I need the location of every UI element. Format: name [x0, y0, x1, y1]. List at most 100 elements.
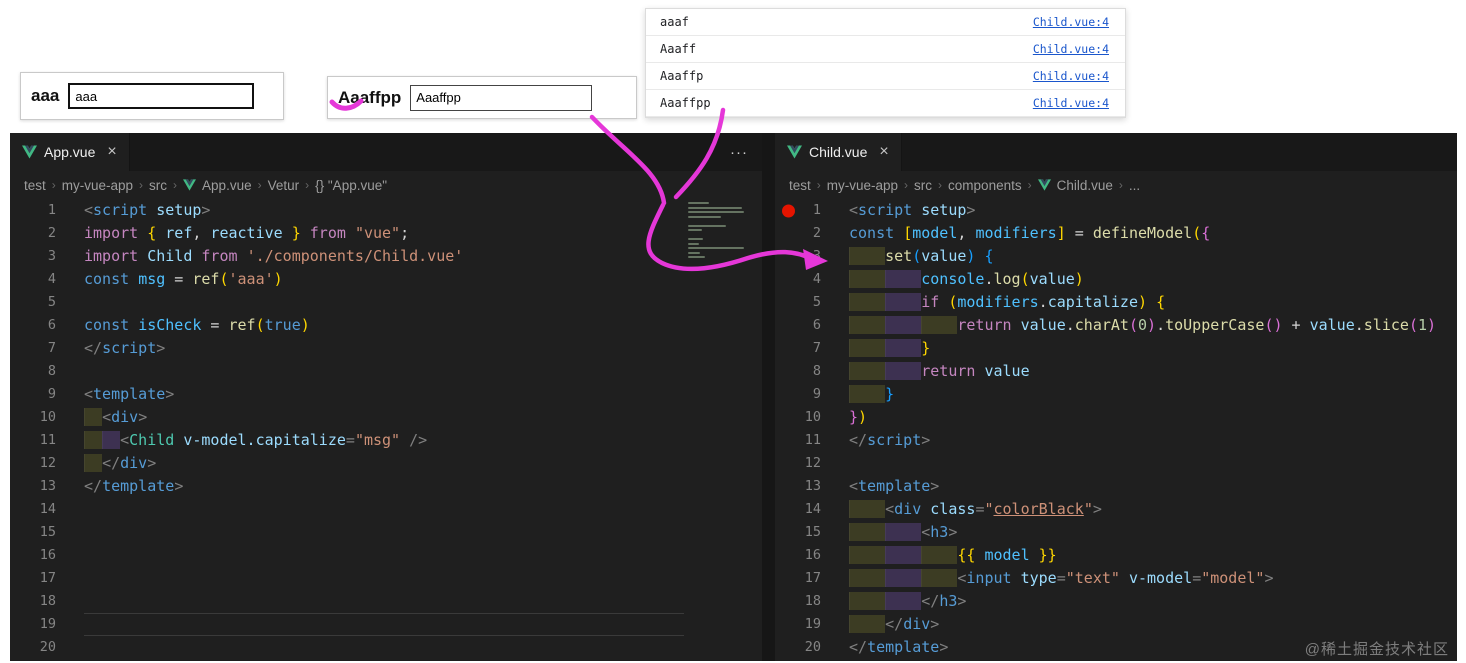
editor-pane-left: App.vue × ··· test › my-vue-app › src › App.vu…: [10, 133, 762, 661]
code-line[interactable]: 19 </div>: [775, 613, 1457, 636]
code-line[interactable]: 10 <div>: [10, 406, 762, 429]
code-line[interactable]: 14: [10, 498, 762, 521]
line-number: 4: [47, 271, 56, 287]
close-icon[interactable]: ×: [107, 143, 116, 161]
console-panel: aaaf Child.vue:4 Aaaff Child.vue:4 Aaaffp Chi…: [645, 8, 1126, 118]
line-number: 17: [39, 570, 56, 586]
code-line[interactable]: 18 </h3>: [775, 590, 1457, 613]
indent-guide: [885, 546, 922, 564]
breadcrumb-item[interactable]: App.vue: [202, 178, 252, 193]
line-number: 16: [39, 547, 56, 563]
code-line[interactable]: 13 </template>: [10, 475, 762, 498]
line-number: 1: [47, 202, 56, 218]
code-editor-app-vue[interactable]: 1 <script setup> 2 import { ref, reactive }…: [10, 199, 762, 659]
console-source-link[interactable]: Child.vue:4: [1033, 42, 1109, 56]
line-number: 5: [812, 294, 821, 310]
console-message: Aaaffpp: [660, 96, 711, 110]
chevron-right-icon: ›: [816, 178, 821, 192]
breadcrumb-item[interactable]: test: [24, 178, 46, 193]
indent-guide: [849, 569, 886, 587]
code-line[interactable]: 4 const msg = ref('aaa'): [10, 268, 762, 291]
code-line[interactable]: 1 <script setup>: [10, 199, 762, 222]
code-line[interactable]: 5 if (modifiers.capitalize) {: [775, 291, 1457, 314]
indent-guide: [849, 615, 886, 633]
code-line[interactable]: 6 return value.charAt(0).toUpperCase() +…: [775, 314, 1457, 337]
indent-guide: [849, 362, 886, 380]
indent-guide: [921, 316, 958, 334]
line-number: 14: [39, 501, 56, 517]
tab-child-vue[interactable]: Child.vue ×: [775, 133, 902, 171]
line-number: 7: [812, 340, 821, 356]
code-line[interactable]: 8 return value: [775, 360, 1457, 383]
breadcrumb-item[interactable]: my-vue-app: [62, 178, 133, 193]
code-line[interactable]: 17 <input type="text" v-model="model">: [775, 567, 1457, 590]
line-number: 3: [47, 248, 56, 264]
code-line[interactable]: 4 console.log(value): [775, 268, 1457, 291]
code-line[interactable]: 7 }: [775, 337, 1457, 360]
widget-label: Aaaffpp: [338, 87, 402, 107]
console-row: Aaaffp Child.vue:4: [646, 63, 1125, 90]
code-line[interactable]: 11 </script>: [775, 429, 1457, 452]
indent-guide: [849, 293, 886, 311]
line-number: 13: [39, 478, 56, 494]
breadcrumb-item[interactable]: ...: [1129, 178, 1140, 193]
code-line[interactable]: 8: [10, 360, 762, 383]
console-source-link[interactable]: Child.vue:4: [1033, 15, 1109, 29]
text-input-aaa[interactable]: [68, 83, 255, 109]
code-line[interactable]: 18: [10, 590, 762, 613]
code-line[interactable]: 3 set(value) {: [775, 245, 1457, 268]
line-number: 2: [812, 225, 821, 241]
code-line[interactable]: 20: [10, 636, 762, 659]
text-input-aaaffpp[interactable]: [410, 84, 593, 111]
minimap[interactable]: [688, 202, 746, 292]
code-line[interactable]: 16 {{ model }}: [775, 544, 1457, 567]
line-number: 9: [812, 386, 821, 402]
code-line[interactable]: 2 import { ref, reactive } from "vue";: [10, 222, 762, 245]
line-number: 13: [804, 478, 821, 494]
code-line[interactable]: 14 <div class="colorBlack">: [775, 498, 1457, 521]
breadcrumb-item[interactable]: test: [789, 178, 811, 193]
breadcrumb-item[interactable]: my-vue-app: [827, 178, 898, 193]
code-line[interactable]: 12: [775, 452, 1457, 475]
code-line[interactable]: 2 const [model, modifiers] = defineModel(…: [775, 222, 1457, 245]
console-source-link[interactable]: Child.vue:4: [1033, 96, 1109, 110]
code-line[interactable]: 1 <script setup>: [775, 199, 1457, 222]
indent-guide: [921, 569, 958, 587]
breadcrumb-item[interactable]: {} "App.vue": [315, 178, 387, 193]
code-line[interactable]: 6 const isCheck = ref(true): [10, 314, 762, 337]
close-icon[interactable]: ×: [879, 143, 888, 161]
breadcrumb-item[interactable]: components: [948, 178, 1022, 193]
code-line[interactable]: 10}): [775, 406, 1457, 429]
breadcrumb-item[interactable]: Child.vue: [1057, 178, 1113, 193]
code-line[interactable]: 3 import Child from './components/Child.v…: [10, 245, 762, 268]
chevron-right-icon: ›: [1027, 178, 1032, 192]
code-line[interactable]: 15 <h3>: [775, 521, 1457, 544]
code-line[interactable]: 17: [10, 567, 762, 590]
code-line[interactable]: 11 <Child v-model.capitalize="msg" />: [10, 429, 762, 452]
line-number: 11: [39, 432, 56, 448]
more-actions-button[interactable]: ···: [730, 144, 762, 161]
code-line[interactable]: 9 }: [775, 383, 1457, 406]
breakpoint-icon[interactable]: [782, 204, 795, 217]
code-line[interactable]: 15: [10, 521, 762, 544]
code-line[interactable]: 16: [10, 544, 762, 567]
editor-split-sash[interactable]: [762, 133, 775, 661]
tab-app-vue[interactable]: App.vue ×: [10, 133, 130, 171]
breadcrumb-item[interactable]: src: [149, 178, 167, 193]
code-line[interactable]: 13 <template>: [775, 475, 1457, 498]
vue-icon: [183, 179, 197, 191]
indent-guide: [849, 339, 886, 357]
code-line[interactable]: 9 <template>: [10, 383, 762, 406]
code-line[interactable]: 7 </script>: [10, 337, 762, 360]
breadcrumb-item[interactable]: Vetur: [268, 178, 300, 193]
code-line[interactable]: 19: [10, 613, 762, 636]
line-number: 12: [39, 455, 56, 471]
chevron-right-icon: ›: [305, 178, 310, 192]
console-source-link[interactable]: Child.vue:4: [1033, 69, 1109, 83]
line-number: 15: [39, 524, 56, 540]
code-line[interactable]: 12 </div>: [10, 452, 762, 475]
code-editor-child-vue[interactable]: 1 <script setup> 2 const [model, modifiers]…: [775, 199, 1457, 659]
breadcrumb-item[interactable]: src: [914, 178, 932, 193]
chevron-right-icon: ›: [257, 178, 262, 192]
code-line[interactable]: 5: [10, 291, 762, 314]
